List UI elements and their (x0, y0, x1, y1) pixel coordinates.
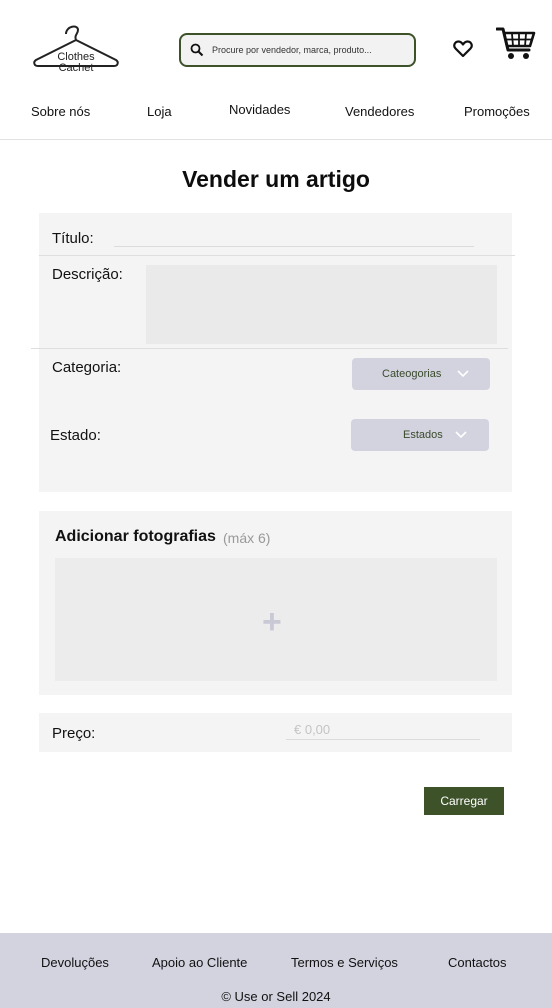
title-input[interactable] (114, 246, 474, 247)
page: Clothes Cachet Sobre nós Loja Novidades … (0, 0, 552, 1008)
category-label: Categoria: (52, 359, 122, 376)
nav-item-loja[interactable]: Loja (147, 104, 172, 119)
state-dropdown-label: Estados (403, 429, 443, 441)
main-nav: Sobre nós Loja Novidades Vendedores Prom… (0, 102, 552, 120)
heart-icon[interactable] (453, 40, 473, 58)
cart-icon[interactable] (496, 26, 536, 62)
copyright: © Use or Sell 2024 (221, 989, 331, 1004)
nav-item-novidades[interactable]: Novidades (229, 102, 290, 117)
brand-name-line2: Cachet (58, 62, 94, 74)
chevron-down-icon (455, 431, 467, 439)
search-icon (190, 43, 204, 57)
page-title: Vender um artigo (182, 166, 370, 192)
divider (39, 255, 515, 256)
title-label: Título: (52, 230, 94, 247)
divider (31, 348, 508, 349)
chevron-down-icon (457, 370, 469, 378)
upload-button[interactable]: Carregar (424, 787, 504, 815)
footer-link-devolucoes[interactable]: Devoluções (41, 955, 109, 970)
nav-item-vendedores[interactable]: Vendedores (345, 104, 414, 119)
price-input[interactable] (286, 720, 480, 740)
category-dropdown[interactable]: Cateogorias (352, 358, 490, 390)
search-bar[interactable] (179, 33, 416, 67)
footer-link-contactos[interactable]: Contactos (448, 955, 507, 970)
nav-item-promocoes[interactable]: Promoções (464, 104, 530, 119)
brand-logo[interactable]: Clothes Cachet (30, 20, 122, 80)
footer: Devoluções Apoio ao Cliente Termos e Ser… (0, 933, 552, 1008)
footer-link-termos[interactable]: Termos e Serviços (291, 955, 398, 970)
description-label: Descrição: (52, 266, 123, 283)
state-label: Estado: (50, 427, 101, 444)
photos-title: Adicionar fotografias (55, 528, 216, 545)
price-label: Preço: (52, 725, 96, 742)
plus-icon: + (262, 603, 282, 641)
search-input[interactable] (212, 40, 407, 60)
nav-divider (0, 139, 552, 140)
description-textarea[interactable] (146, 265, 497, 344)
footer-link-apoio-cliente[interactable]: Apoio ao Cliente (152, 955, 247, 970)
state-dropdown[interactable]: Estados (351, 419, 489, 451)
photos-max-note: (máx 6) (223, 530, 271, 546)
category-dropdown-label: Cateogorias (382, 368, 442, 380)
nav-item-sobre-nos[interactable]: Sobre nós (31, 104, 90, 119)
